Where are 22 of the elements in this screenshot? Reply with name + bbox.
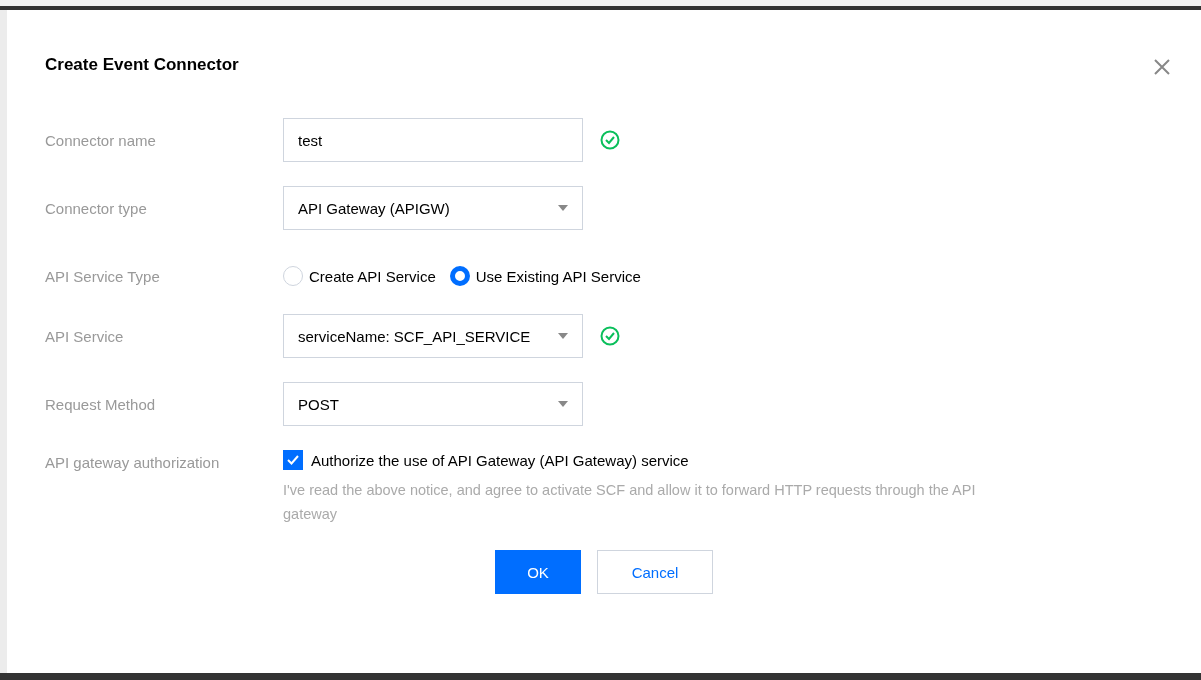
cancel-button[interactable]: Cancel — [597, 550, 713, 594]
dropdown[interactable]: API Gateway (APIGW) — [283, 186, 583, 230]
ok-button[interactable]: OK — [495, 550, 581, 594]
dropdown[interactable]: serviceName: SCF_API_SERVICE — [283, 314, 583, 358]
caret-icon — [558, 333, 568, 339]
radio-option[interactable]: Create API Service — [283, 266, 436, 286]
radio-option[interactable]: Use Existing API Service — [449, 266, 641, 286]
dropdown[interactable]: POST — [283, 382, 583, 426]
field-label: API Service — [45, 327, 125, 345]
dialog-title: Create Event Connector — [45, 55, 239, 75]
caret-icon — [558, 401, 568, 407]
checkmark-icon — [286, 453, 300, 467]
help-text: I've read the above notice, and agree to activate SCF and allow it to forward HTTP requests through the API gateway — [283, 481, 977, 524]
field-label: Connector name — [45, 131, 157, 149]
checkbox-option[interactable]: Authorize the use of API Gateway (API Gateway) service — [283, 450, 1143, 470]
field-label: API Service Type — [45, 267, 161, 285]
field-label: Request Method — [45, 395, 157, 413]
field-label: API gateway authorization — [45, 453, 221, 471]
field-label: Connector type — [45, 199, 148, 217]
close-icon[interactable] — [1153, 58, 1171, 76]
text-field[interactable]: test — [283, 118, 583, 162]
caret-icon — [558, 205, 568, 211]
